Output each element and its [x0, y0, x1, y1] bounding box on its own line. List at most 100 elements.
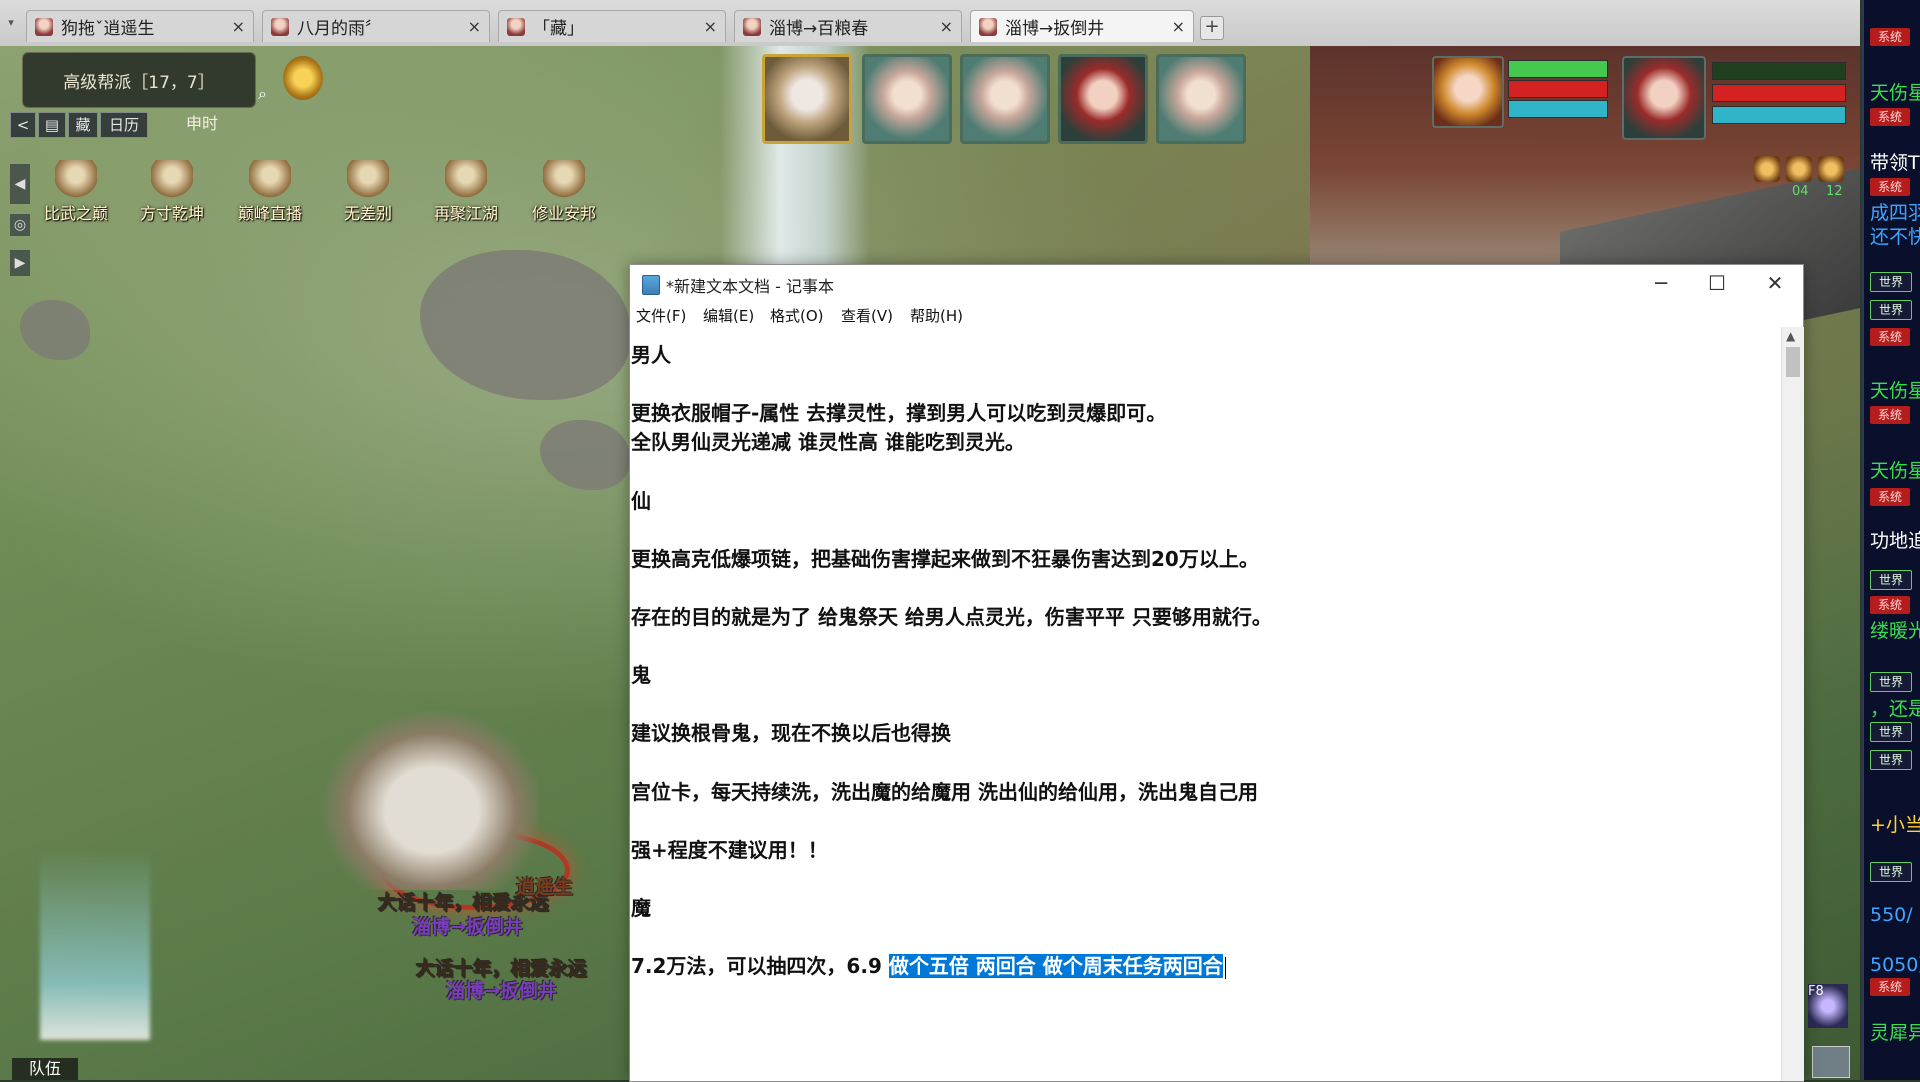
notepad-window[interactable]: *新建文本文档 - 记事本 ─ ☐ ✕ 文件(F) 编辑(E) 格式(O) 查看…: [629, 264, 1804, 1082]
buff-icon[interactable]: [1754, 156, 1780, 182]
browser-tab-bar: ▾ 狗拖ˇ逍遥生 × 八月的雨〞 × 「藏」 × 淄博→百粮春 × 淄博→扳倒井…: [0, 0, 1860, 47]
menu-bar: 文件(F) 编辑(E) 格式(O) 查看(V) 帮助(H): [630, 303, 1803, 327]
text-line: 存在的目的就是为了 给鬼祭天 给男人点灵光，伤害平平 只要够用就行。: [631, 601, 1272, 630]
pet-exp-bar: [1712, 62, 1846, 80]
menu-edit[interactable]: 编辑(E): [703, 305, 754, 326]
text-line: 更换高克低爆项链，把基础伤害撑起来做到不狂暴伤害达到20万以上。: [631, 543, 1259, 572]
text-line-content: 更换衣服帽子-属性 去撑灵性，撑到男人可以吃到灵爆即可。: [631, 401, 1167, 426]
other-player-guild-text: 淄博→扳倒井: [446, 980, 557, 1002]
player-portrait[interactable]: [1432, 56, 1504, 128]
chat-line: 功地追: [1870, 530, 1920, 552]
chevron-right-icon[interactable]: ▶: [10, 250, 30, 276]
channel-badge-system: 系统: [1870, 596, 1910, 614]
team-member-portrait[interactable]: [1058, 54, 1148, 144]
close-button[interactable]: ✕: [1747, 265, 1803, 301]
collapse-button[interactable]: <: [10, 112, 36, 138]
f8-label: F8: [1808, 984, 1824, 999]
text-line-content: 宫位卡，每天持续洗，洗出魔的给魔用 洗出仙的给仙用，洗出鬼自己用: [631, 779, 1258, 804]
browser-tab-4[interactable]: 淄博→百粮春 ×: [734, 10, 962, 42]
browser-tab-2[interactable]: 八月的雨〞 ×: [262, 10, 490, 42]
tab-title: 「藏」: [533, 19, 584, 39]
activity-wu-cha-bie[interactable]: 无差别: [322, 160, 414, 224]
calendar-button[interactable]: 日历: [100, 112, 148, 138]
channel-badge-world: 世界: [1870, 722, 1912, 742]
tab-close-icon[interactable]: ×: [468, 17, 481, 36]
channel-badge-world: 世界: [1870, 300, 1912, 320]
tab-close-icon[interactable]: ×: [704, 17, 717, 36]
chat-line: 5050万: [1870, 954, 1920, 976]
screenshot-button[interactable]: [1812, 1046, 1850, 1078]
channel-badge-system: 系统: [1870, 28, 1910, 46]
channel-badge-world: 世界: [1870, 570, 1912, 590]
text-line: 建议换根骨鬼，现在不换以后也得换: [631, 717, 951, 746]
maximize-button[interactable]: ☐: [1689, 265, 1745, 301]
activity-seal-icon: [347, 160, 389, 198]
chat-line: 成四羽: [1870, 202, 1920, 224]
pet-portrait[interactable]: [1622, 56, 1706, 140]
activity-xiu-ye-an-bang[interactable]: 修业安邦: [518, 160, 610, 224]
vip-medal-icon[interactable]: [283, 56, 323, 100]
tab-close-icon[interactable]: ×: [1172, 17, 1185, 36]
tab-close-icon[interactable]: ×: [940, 17, 953, 36]
channel-badge-system: 系统: [1870, 978, 1910, 996]
magnifier-icon[interactable]: ⌕: [258, 84, 278, 104]
location-panel[interactable]: 高级帮派［17，7］: [22, 52, 256, 108]
channel-badge-world: 世界: [1870, 750, 1912, 770]
activity-zai-ju-jiang-hu[interactable]: 再聚江湖: [420, 160, 512, 224]
text-line: 7.2万法，可以抽四次，6.9 做个五倍 两回合 做个周末任务两回合: [631, 950, 1226, 979]
gear-icon[interactable]: ◎: [10, 214, 30, 236]
text-line: 仙: [631, 485, 651, 514]
chat-panel[interactable]: 系统 天伤星 系统 带领T 系统 成四羽 还不快 世界 世界 系统 天伤星 系统…: [1862, 0, 1920, 1080]
menu-format[interactable]: 格式(O): [770, 305, 824, 326]
chat-line: 灵犀异: [1870, 1022, 1920, 1044]
text-line-content: 鬼: [631, 663, 651, 688]
new-tab-button[interactable]: +: [1200, 16, 1224, 40]
buff-icon[interactable]: [1786, 156, 1812, 182]
text-line: 鬼: [631, 659, 651, 688]
activity-scroll-icon: [543, 160, 585, 198]
text-line-content: 魔: [631, 895, 651, 920]
tab-favicon-icon: [507, 17, 525, 36]
hide-button[interactable]: 藏: [68, 112, 98, 138]
team-member-portrait[interactable]: [762, 54, 852, 144]
activity-fang-cun-qian-kun[interactable]: 方寸乾坤: [126, 160, 218, 224]
menu-file[interactable]: 文件(F): [636, 305, 686, 326]
activity-bi-wu-zhi-dian[interactable]: 比武之巅: [30, 160, 122, 224]
window-title: *新建文本文档 - 记事本: [666, 277, 834, 296]
vertical-scrollbar[interactable]: ▲: [1781, 327, 1804, 1081]
chat-line: 天伤星: [1870, 460, 1920, 482]
text-editor-area[interactable]: 男人 更换衣服帽子-属性 去撑灵性，撑到男人可以吃到灵爆即可。 全队男仙灵光递减 谁…: [630, 327, 1781, 1081]
location-text: 高级帮派［17，7］: [63, 72, 215, 93]
f8-skill-button[interactable]: F8: [1808, 984, 1848, 1028]
tab-list-dropdown-icon[interactable]: ▾: [4, 14, 18, 32]
tab-favicon-icon: [743, 17, 761, 36]
player-character-on-mount[interactable]: [300, 690, 540, 890]
player-guild-text: 淄博→扳倒井: [412, 916, 523, 938]
minimize-button[interactable]: ─: [1633, 265, 1689, 301]
chevron-left-icon[interactable]: ◀: [10, 164, 30, 204]
scroll-up-icon[interactable]: ▲: [1786, 329, 1795, 343]
notepad-title-bar[interactable]: *新建文本文档 - 记事本 ─ ☐ ✕: [630, 265, 1803, 303]
scrollbar-thumb[interactable]: [1786, 347, 1800, 377]
team-member-portrait[interactable]: [862, 54, 952, 144]
browser-tab-3[interactable]: 「藏」 ×: [498, 10, 726, 42]
channel-badge-system: 系统: [1870, 406, 1910, 424]
list-button[interactable]: ▤: [38, 112, 66, 138]
menu-help[interactable]: 帮助(H): [910, 305, 963, 326]
tab-title: 狗拖ˇ逍遥生: [61, 19, 155, 39]
buff-icon[interactable]: [1818, 156, 1844, 182]
activity-dian-feng-zhi-bo[interactable]: 巅峰直播: [224, 160, 316, 224]
team-tab[interactable]: 队伍: [12, 1058, 78, 1080]
activity-label: 比武之巅: [43, 204, 108, 223]
teleport-light-decoration: [40, 850, 150, 1040]
team-member-portrait[interactable]: [1156, 54, 1246, 144]
game-time: 申时: [186, 114, 219, 133]
menu-view[interactable]: 查看(V): [841, 305, 893, 326]
activity-label: 巅峰直播: [237, 204, 302, 223]
text-line-content: 更换高克低爆项链，把基础伤害撑起来做到不狂暴伤害达到20万以上。: [631, 546, 1259, 571]
text-caret: [1224, 956, 1226, 979]
team-member-portrait[interactable]: [960, 54, 1050, 144]
tab-close-icon[interactable]: ×: [232, 17, 245, 36]
browser-tab-5-active[interactable]: 淄博→扳倒井 ×: [970, 10, 1194, 42]
browser-tab-1[interactable]: 狗拖ˇ逍遥生 ×: [26, 10, 254, 42]
